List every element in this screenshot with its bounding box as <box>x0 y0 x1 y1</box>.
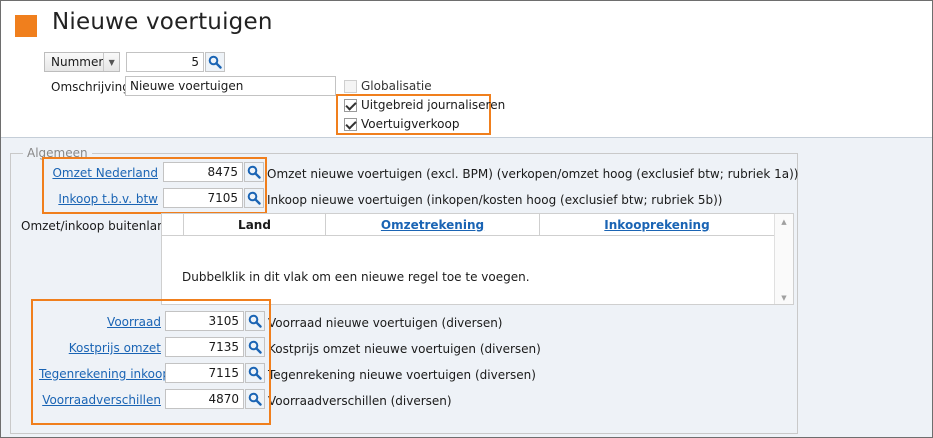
globalisatie-checkbox[interactable] <box>344 80 357 93</box>
kostprijs-omzet-description: Kostprijs omzet nieuwe voertuigen (diver… <box>268 342 541 356</box>
grid-empty-hint: Dubbelklik in dit vlak om een nieuwe reg… <box>182 270 530 284</box>
voertuigverkoop-label: Voertuigverkoop <box>361 117 460 131</box>
grid-scrollbar[interactable]: ▲ ▼ <box>774 214 793 304</box>
voorraadverschillen-description: Voorraadverschillen (diversen) <box>268 394 452 408</box>
number-input[interactable]: 5 <box>126 52 204 72</box>
highlight-box-top-accounts <box>42 157 267 214</box>
description-label: Omschrijving <box>51 80 130 94</box>
search-icon[interactable] <box>205 52 225 72</box>
foreign-grid[interactable]: Land Omzetrekening Inkooprekening Dubbel… <box>161 213 794 305</box>
scroll-up-icon[interactable]: ▲ <box>775 218 793 226</box>
grid-header: Land Omzetrekening Inkooprekening <box>162 214 793 236</box>
uitgebreid-journaliseren-checkbox[interactable] <box>344 99 357 112</box>
tegenrekening-inkoop-description: Tegenrekening nieuwe voertuigen (diverse… <box>268 368 536 382</box>
voorraad-description: Voorraad nieuwe voertuigen (diversen) <box>268 316 503 330</box>
inkoop-btw-description: Inkoop nieuwe voertuigen (inkopen/kosten… <box>267 193 723 207</box>
number-mode-label: Nummer <box>51 55 104 69</box>
description-field[interactable]: Nieuwe voertuigen <box>125 76 336 96</box>
voertuigverkoop-checkbox[interactable] <box>344 118 357 131</box>
window: Nieuwe voertuigen Nummer ▼ 5 Omschrijvin… <box>0 0 933 438</box>
chevron-down-icon[interactable]: ▼ <box>103 53 119 71</box>
grid-column-land[interactable]: Land <box>184 214 326 235</box>
grid-header-selector <box>162 214 184 235</box>
foreign-label: Omzet/inkoop buitenland <box>21 219 173 233</box>
page-title: Nieuwe voertuigen <box>52 9 273 35</box>
omzet-nederland-description: Omzet nieuwe voertuigen (excl. BPM) (ver… <box>267 167 799 181</box>
highlight-box-bottom-accounts <box>31 299 271 425</box>
scroll-down-icon[interactable]: ▼ <box>775 294 793 302</box>
number-mode-dropdown[interactable]: Nummer ▼ <box>44 52 120 72</box>
globalisatie-label: Globalisatie <box>361 79 432 93</box>
grid-column-omzetrekening[interactable]: Omzetrekening <box>326 214 540 235</box>
orange-square-icon <box>15 15 37 37</box>
grid-column-inkooprekening[interactable]: Inkooprekening <box>540 214 774 235</box>
uitgebreid-journaliseren-label: Uitgebreid journaliseren <box>361 98 506 112</box>
